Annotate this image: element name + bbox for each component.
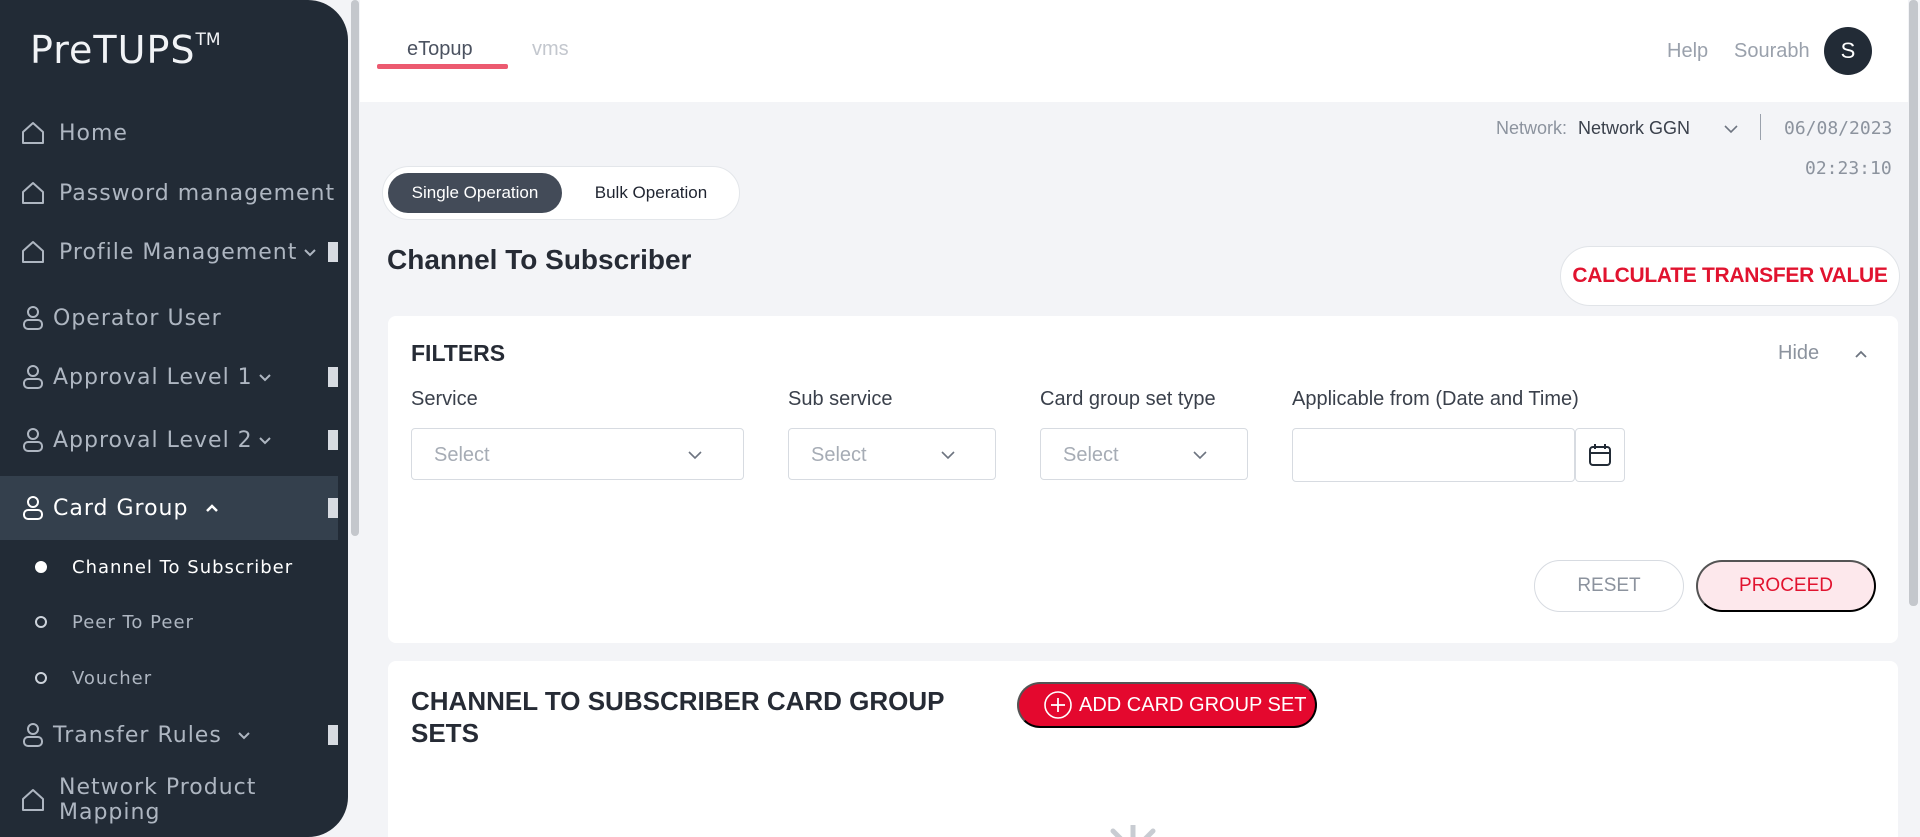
- sidebar-subitem-peer-to-peer[interactable]: Peer To Peer: [0, 599, 338, 645]
- sidebar-item-label: Profile Management: [59, 239, 298, 265]
- user-icon: [20, 721, 46, 749]
- chevron-up-icon[interactable]: [1853, 346, 1869, 362]
- sidebar-subitem-label: Voucher: [72, 667, 153, 689]
- card-group-sets-title: CHANNEL TO SUBSCRIBER CARD GROUP SETS: [411, 686, 945, 748]
- sidebar-scrollbar[interactable]: [351, 0, 359, 536]
- chevron-down-icon[interactable]: [1722, 120, 1740, 138]
- collapse-handle: [328, 725, 338, 745]
- collapse-handle: [328, 430, 338, 450]
- brand-name: PreTUPS: [30, 28, 196, 72]
- bullet-filled-icon: [35, 561, 47, 573]
- user-name: Sourabh: [1734, 40, 1810, 62]
- sub-service-label: Sub service: [788, 388, 893, 410]
- chevron-down-icon: [259, 437, 271, 445]
- sidebar-subitem-channel-to-subscriber[interactable]: Channel To Subscriber: [0, 544, 338, 590]
- network-label: Network:: [1496, 118, 1568, 138]
- loading-spinner-icon: [1110, 825, 1156, 837]
- sidebar-item-label: Password management: [59, 180, 336, 206]
- collapse-handle: [328, 242, 338, 262]
- sidebar-subitem-voucher[interactable]: Voucher: [0, 655, 338, 701]
- calculate-transfer-value-button[interactable]: CALCULATE TRANSFER VALUE: [1560, 246, 1900, 306]
- home-icon: [20, 179, 46, 207]
- page-scrollbar[interactable]: [1909, 0, 1918, 606]
- card-group-set-type-select[interactable]: Select: [1040, 428, 1248, 480]
- filters-title: FILTERS: [411, 340, 506, 366]
- home-icon: [20, 786, 46, 814]
- sidebar-item-card-group[interactable]: Card Group: [0, 476, 338, 540]
- add-card-group-set-label: ADD CARD GROUP SET: [1079, 693, 1307, 716]
- page-title: Channel To Subscriber: [387, 244, 692, 275]
- sidebar-subitem-label: Peer To Peer: [72, 611, 194, 633]
- add-card-group-set-button[interactable]: ADD CARD GROUP SET: [1017, 682, 1317, 728]
- sidebar-item-profile-management[interactable]: Profile Management: [0, 221, 338, 283]
- chevron-up-icon: [206, 504, 218, 512]
- help-link[interactable]: Help: [1667, 40, 1708, 63]
- sidebar-item-label: Transfer Rules: [53, 722, 222, 748]
- sidebar-subitem-label: Channel To Subscriber: [72, 556, 294, 578]
- chevron-down-icon: [941, 451, 955, 460]
- service-select[interactable]: Select: [411, 428, 744, 480]
- sidebar-item-approval-level-1[interactable]: Approval Level 1: [0, 346, 338, 408]
- select-placeholder: Select: [1063, 444, 1119, 466]
- sidebar-item-label: Network Product Mapping: [59, 775, 257, 825]
- chevron-down-icon: [304, 249, 316, 257]
- home-icon: [20, 238, 46, 266]
- sidebar-item-home[interactable]: Home: [0, 102, 338, 164]
- reset-button[interactable]: RESET: [1534, 560, 1684, 612]
- filters-card: FILTERS Hide Service Select Sub service …: [388, 316, 1898, 643]
- chevron-down-icon: [1193, 451, 1207, 460]
- bullet-hollow-icon: [35, 672, 47, 684]
- sidebar-item-label: Approval Level 2: [53, 427, 253, 453]
- network-select[interactable]: Network GGN: [1578, 118, 1690, 139]
- sidebar-item-transfer-rules[interactable]: Transfer Rules: [0, 704, 338, 766]
- collapse-handle: [328, 498, 338, 518]
- applicable-from-input[interactable]: [1292, 428, 1575, 482]
- plus-circle-icon: [1043, 690, 1073, 720]
- service-label: Service: [411, 388, 478, 410]
- user-icon: [20, 426, 46, 454]
- operation-toggle: Single Operation Bulk Operation: [382, 166, 740, 220]
- bulk-operation-button[interactable]: Bulk Operation: [566, 173, 736, 213]
- user-icon: [20, 494, 46, 522]
- card-group-set-type-label: Card group set type: [1040, 388, 1216, 410]
- card-group-sets-card: CHANNEL TO SUBSCRIBER CARD GROUP SETS AD…: [388, 661, 1898, 837]
- bullet-hollow-icon: [35, 616, 47, 628]
- sidebar-item-approval-level-2[interactable]: Approval Level 2: [0, 409, 338, 471]
- calendar-button[interactable]: [1575, 428, 1625, 482]
- single-operation-button[interactable]: Single Operation: [388, 173, 562, 213]
- sidebar-item-label: Approval Level 1: [53, 364, 253, 390]
- sidebar-item-operator-user[interactable]: Operator User: [0, 287, 338, 349]
- divider: [1760, 114, 1761, 140]
- proceed-button[interactable]: PROCEED: [1696, 560, 1876, 612]
- sidebar-item-password-management[interactable]: Password management: [0, 162, 338, 224]
- collapse-handle: [328, 367, 338, 387]
- current-time: 02:23:10: [1805, 158, 1892, 179]
- avatar[interactable]: S: [1824, 27, 1872, 75]
- select-placeholder: Select: [434, 444, 490, 466]
- brand-logo: PreTUPSTM: [30, 28, 221, 72]
- brand-trademark: TM: [195, 30, 221, 51]
- user-icon: [20, 304, 46, 332]
- sidebar: PreTUPSTM Home Password management Profi…: [0, 0, 348, 837]
- chevron-down-icon: [259, 374, 271, 382]
- tab-vms[interactable]: vms: [532, 38, 569, 61]
- active-tab-indicator: [377, 64, 508, 69]
- chevron-down-icon: [238, 732, 250, 740]
- chevron-down-icon: [688, 451, 702, 460]
- current-date: 06/08/2023: [1784, 118, 1893, 139]
- calendar-icon: [1589, 444, 1611, 466]
- tab-etopup[interactable]: eTopup: [407, 38, 473, 61]
- select-placeholder: Select: [811, 444, 867, 466]
- applicable-from-label: Applicable from (Date and Time): [1292, 388, 1579, 410]
- sub-service-select[interactable]: Select: [788, 428, 996, 480]
- sidebar-item-network-product-mapping[interactable]: Network Product Mapping: [0, 769, 338, 831]
- sidebar-item-label: Card Group: [53, 495, 189, 521]
- hide-filters-link[interactable]: Hide: [1778, 342, 1819, 365]
- sidebar-item-label: Operator User: [53, 305, 222, 331]
- top-bar: eTopup vms Help Sourabh S: [360, 0, 1908, 102]
- sidebar-item-label: Home: [59, 120, 128, 146]
- user-icon: [20, 363, 46, 391]
- home-icon: [20, 119, 46, 147]
